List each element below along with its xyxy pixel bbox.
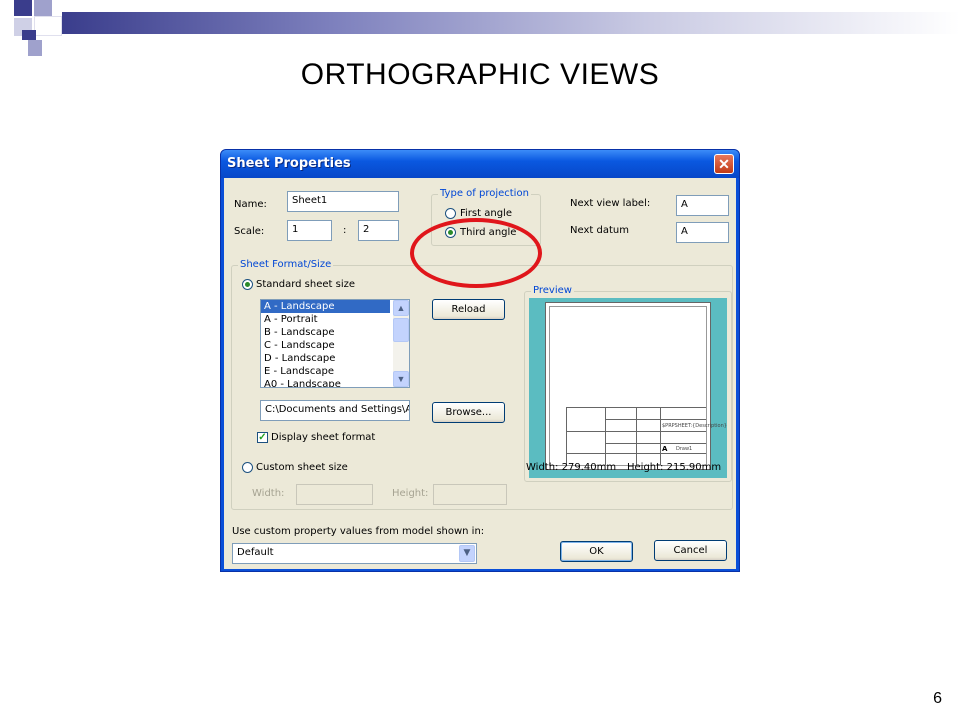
title-block-left [566,407,567,465]
cancel-button[interactable]: Cancel [654,540,727,561]
reload-button[interactable]: Reload [432,299,505,320]
scroll-thumb[interactable] [393,318,409,342]
dialog-title: Sheet Properties [227,156,351,171]
title-block-size: A [662,445,668,453]
custom-size-label[interactable]: Custom sheet size [256,462,348,473]
custom-height-field[interactable] [433,484,507,505]
list-item[interactable]: E - Landscape [261,365,390,378]
dialog-body: Name: Sheet1 Scale: 1 : 2 Type of projec… [224,178,736,569]
decor-square-2 [34,0,52,16]
display-format-label[interactable]: Display sheet format [271,432,375,443]
custom-width-label: Width: [252,488,285,499]
title-block-drawing: Draw1 [676,446,693,452]
title-block-mid [605,407,606,465]
list-item[interactable]: A0 - Landscape [261,378,390,387]
page-number: 6 [933,690,942,707]
chevron-down-icon[interactable]: ▼ [459,545,475,562]
decor-square-3 [34,16,62,36]
projection-group-title: Type of projection [438,188,531,199]
scale-denominator-field[interactable]: 2 [358,220,399,241]
title-block-mid3 [660,407,661,465]
decor-square-5 [22,30,36,40]
scroll-up-icon[interactable]: ▲ [393,300,409,316]
sheet-size-list[interactable]: A - Landscape A - Portrait B - Landscape… [260,299,410,388]
highlight-ring [410,218,542,288]
next-view-label: Next view label: [570,198,651,209]
list-item[interactable]: C - Landscape [261,339,390,352]
standard-size-label[interactable]: Standard sheet size [256,279,355,290]
title-block-mid2 [636,407,637,465]
list-scrollbar[interactable]: ▲ ▼ [393,300,409,387]
title-block-row2 [566,431,706,432]
list-item[interactable]: A - Landscape [261,300,390,313]
standard-size-radio[interactable] [242,279,253,290]
scroll-down-icon[interactable]: ▼ [393,371,409,387]
title-block-row3 [605,443,706,444]
name-field[interactable]: Sheet1 [287,191,399,212]
list-item[interactable]: B - Landscape [261,326,390,339]
custom-size-radio[interactable] [242,462,253,473]
scale-numerator-field[interactable]: 1 [287,220,332,241]
next-view-field[interactable]: A [676,195,729,216]
title-block-row4 [566,453,706,454]
dialog-title-bar[interactable]: Sheet Properties ✕ [221,150,739,178]
preview-width-text: Width: 279.40mm [526,462,617,473]
title-block-row1 [605,419,706,420]
custom-width-field[interactable] [296,484,373,505]
ok-button[interactable]: OK [560,541,633,562]
browse-button[interactable]: Browse... [432,402,505,423]
slide-title: ORTHOGRAPHIC VIEWS [300,58,660,91]
preview-sheet: $PRPSHEET:{Description} A Draw1 [545,302,727,470]
close-icon[interactable]: ✕ [714,154,734,174]
custom-property-label: Use custom property values from model sh… [232,526,485,537]
display-format-checkbox[interactable]: ✓ [257,432,268,443]
sheet-properties-dialog: Sheet Properties ✕ Name: Sheet1 Scale: 1… [220,149,740,572]
first-angle-radio[interactable] [445,208,456,219]
scale-label: Scale: [234,226,265,237]
sheet-preview: $PRPSHEET:{Description} A Draw1 [529,298,727,478]
preview-height-text: Height: 215.90mm [627,462,722,473]
next-datum-label: Next datum [570,225,629,236]
custom-property-select[interactable]: Default ▼ [232,543,477,564]
decor-square-6 [28,40,42,56]
preview-group-title: Preview [531,285,574,296]
format-path-field[interactable]: C:\Documents and Settings\A [260,400,410,421]
preview-sheet-border: $PRPSHEET:{Description} A Draw1 [549,306,727,466]
decor-square-1 [14,0,32,16]
sheet-format-group-title: Sheet Format/Size [238,259,334,270]
list-item[interactable]: D - Landscape [261,352,390,365]
custom-height-label: Height: [392,488,429,499]
name-label: Name: [234,199,267,210]
title-block-description: $PRPSHEET:{Description} [662,423,727,429]
next-datum-field[interactable]: A [676,222,729,243]
list-item[interactable]: A - Portrait [261,313,390,326]
custom-property-value: Default [237,547,274,558]
scale-separator: : [343,225,347,236]
header-gradient-bar [62,12,960,34]
